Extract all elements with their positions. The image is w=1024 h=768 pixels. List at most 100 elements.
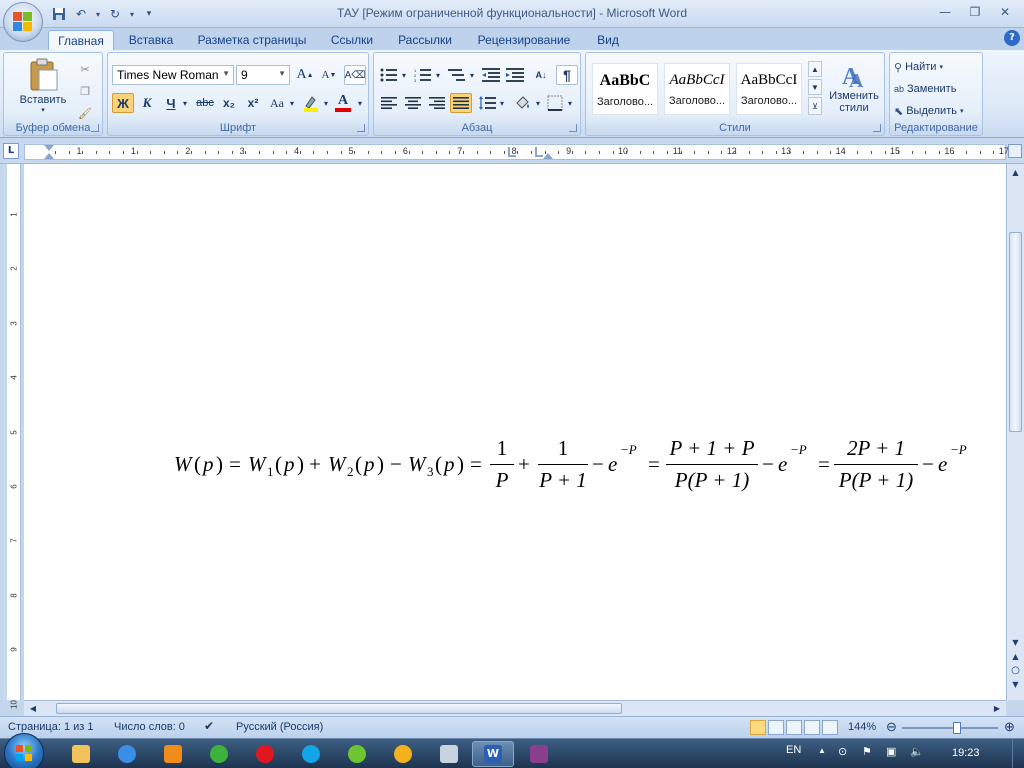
page-indicator[interactable]: Страница: 1 из 1	[8, 721, 94, 733]
help-icon[interactable]: ?	[1004, 30, 1020, 46]
view-ruler-icon[interactable]	[1008, 144, 1022, 158]
bold-button[interactable]: Ж	[112, 93, 134, 113]
numbering-dropdown-icon[interactable]: ▾	[434, 67, 442, 83]
styles-scroll-down-icon[interactable]: ▼	[808, 79, 822, 95]
shading-button[interactable]	[512, 93, 534, 113]
replace-button[interactable]: ab Заменить	[894, 79, 956, 99]
action-center-icon[interactable]: ⚑	[862, 745, 872, 758]
taskbar-app-winrar[interactable]	[518, 741, 560, 767]
styles-scroll-up-icon[interactable]: ▲	[808, 61, 822, 77]
network-icon[interactable]: ▣	[886, 745, 896, 758]
select-button[interactable]: ⬉ Выделить ▾	[894, 101, 963, 121]
style-heading-1[interactable]: AaBbC Заголово...	[592, 63, 658, 115]
tray-app-icon[interactable]: ⊙	[838, 745, 847, 758]
find-button[interactable]: ⚲ Найти ▾	[894, 57, 943, 77]
style-heading-3[interactable]: AaBbCcI Заголово...	[736, 63, 802, 115]
underline-dropdown-icon[interactable]: ▾	[180, 95, 190, 111]
strikethrough-button[interactable]: abc	[194, 93, 216, 113]
change-case-button[interactable]: Aa	[266, 93, 288, 113]
horizontal-scrollbar[interactable]: ◀ ▶	[24, 700, 1006, 716]
vertical-scrollbar[interactable]: ▲ ▼ ▲ ○ ▼	[1006, 164, 1024, 700]
font-color-dropdown-icon[interactable]: ▾	[356, 95, 364, 111]
next-page-icon[interactable]: ▼	[1009, 678, 1022, 692]
show-hidden-icons-icon[interactable]: ▲	[818, 746, 826, 755]
first-line-indent-marker[interactable]	[44, 145, 54, 151]
borders-button[interactable]	[544, 93, 566, 113]
bullets-dropdown-icon[interactable]: ▾	[400, 67, 408, 83]
line-spacing-dropdown-icon[interactable]: ▾	[498, 95, 506, 111]
horizontal-ruler[interactable]: 1 1 2 3 4 5 6 7 8 9 10 11 12 13 14 15 16 17	[24, 144, 1009, 160]
superscript-button[interactable]: x²	[242, 93, 264, 113]
change-case-dropdown-icon[interactable]: ▾	[288, 95, 296, 111]
taskbar-app-explorer[interactable]	[60, 741, 102, 767]
volume-icon[interactable]: 🔈	[910, 745, 924, 758]
close-button[interactable]: ✕	[990, 2, 1020, 22]
outline-view-icon[interactable]	[804, 720, 820, 735]
decrease-indent-button[interactable]	[480, 65, 502, 85]
change-styles-button[interactable]: A A Изменить стили	[824, 55, 884, 119]
office-button[interactable]	[3, 2, 43, 42]
paragraph-launcher-icon[interactable]	[569, 124, 577, 132]
show-formatting-button[interactable]: ¶	[556, 65, 578, 85]
language-indicator[interactable]: Русский (Россия)	[236, 721, 323, 733]
bullets-button[interactable]	[378, 65, 400, 85]
grow-font-button[interactable]: A ▲	[294, 65, 316, 85]
word-count[interactable]: Число слов: 0	[114, 721, 185, 733]
align-right-button[interactable]	[426, 93, 448, 113]
taskbar-app-icq[interactable]	[336, 741, 378, 767]
scroll-down-icon[interactable]: ▼	[1009, 636, 1022, 650]
taskbar-app-media[interactable]	[152, 741, 194, 767]
multilevel-dropdown-icon[interactable]: ▾	[468, 67, 476, 83]
clipboard-launcher-icon[interactable]	[91, 124, 99, 132]
clock[interactable]: 19:23	[952, 747, 980, 759]
paste-button[interactable]: Вставить ▾	[10, 55, 76, 117]
document-page[interactable]: W ( p ) = W 1 ( p ) + W 2 ( p ) − W 3 ( …	[24, 164, 1006, 700]
taskbar-app-opera[interactable]	[244, 741, 286, 767]
underline-button[interactable]: Ч	[160, 93, 182, 113]
italic-button[interactable]: К	[136, 93, 158, 113]
copy-icon[interactable]: ❐	[74, 81, 96, 101]
font-name-select[interactable]: Times New Roman ▼	[112, 65, 234, 85]
full-screen-reading-view-icon[interactable]	[768, 720, 784, 735]
subscript-button[interactable]: x₂	[218, 93, 240, 113]
taskbar-app-skype[interactable]	[290, 741, 332, 767]
clear-formatting-button[interactable]: A⌫	[344, 65, 366, 85]
tab-mailings[interactable]: Рассылки	[390, 30, 460, 50]
numbering-button[interactable]: 123	[412, 65, 434, 85]
show-desktop-button[interactable]	[1012, 739, 1024, 768]
scroll-right-icon[interactable]: ▶	[990, 702, 1004, 716]
language-bar[interactable]: EN	[786, 744, 801, 756]
tab-home[interactable]: Главная	[48, 30, 114, 50]
zoom-slider-handle[interactable]	[953, 722, 962, 734]
align-center-button[interactable]	[402, 93, 424, 113]
font-color-button[interactable]: A	[332, 93, 354, 113]
justify-button[interactable]	[450, 93, 472, 113]
sort-button[interactable]: A↓	[530, 65, 552, 85]
taskbar-app-word[interactable]: W	[472, 741, 514, 767]
shading-dropdown-icon[interactable]: ▾	[534, 95, 542, 111]
minimize-button[interactable]: —	[930, 2, 960, 22]
previous-page-icon[interactable]: ▲	[1009, 650, 1022, 664]
cut-icon[interactable]: ✂	[74, 59, 96, 79]
zoom-level[interactable]: 144%	[848, 721, 876, 733]
tab-references[interactable]: Ссылки	[322, 30, 382, 50]
tab-selector[interactable]: L	[3, 143, 19, 159]
zoom-in-icon[interactable]: ⊕	[1004, 719, 1015, 735]
zoom-slider[interactable]	[902, 722, 998, 734]
line-spacing-button[interactable]	[476, 93, 498, 113]
style-heading-2[interactable]: AaBbCcI Заголово...	[664, 63, 730, 115]
highlight-button[interactable]	[300, 93, 322, 113]
tab-review[interactable]: Рецензирование	[468, 30, 580, 50]
shrink-font-button[interactable]: A ▼	[318, 65, 340, 85]
zoom-out-icon[interactable]: ⊖	[886, 719, 897, 735]
horizontal-scroll-thumb[interactable]	[56, 703, 622, 714]
vertical-scroll-thumb[interactable]	[1009, 232, 1022, 432]
highlight-dropdown-icon[interactable]: ▾	[322, 95, 330, 111]
taskbar-app-utorrent[interactable]	[198, 741, 240, 767]
taskbar-app-aimp[interactable]	[382, 741, 424, 767]
font-size-select[interactable]: 9 ▼	[236, 65, 290, 85]
format-painter-icon[interactable]: 🖌	[74, 103, 96, 123]
increase-indent-button[interactable]	[504, 65, 526, 85]
tab-page-layout[interactable]: Разметка страницы	[190, 30, 314, 50]
taskbar-app-ie[interactable]	[106, 741, 148, 767]
